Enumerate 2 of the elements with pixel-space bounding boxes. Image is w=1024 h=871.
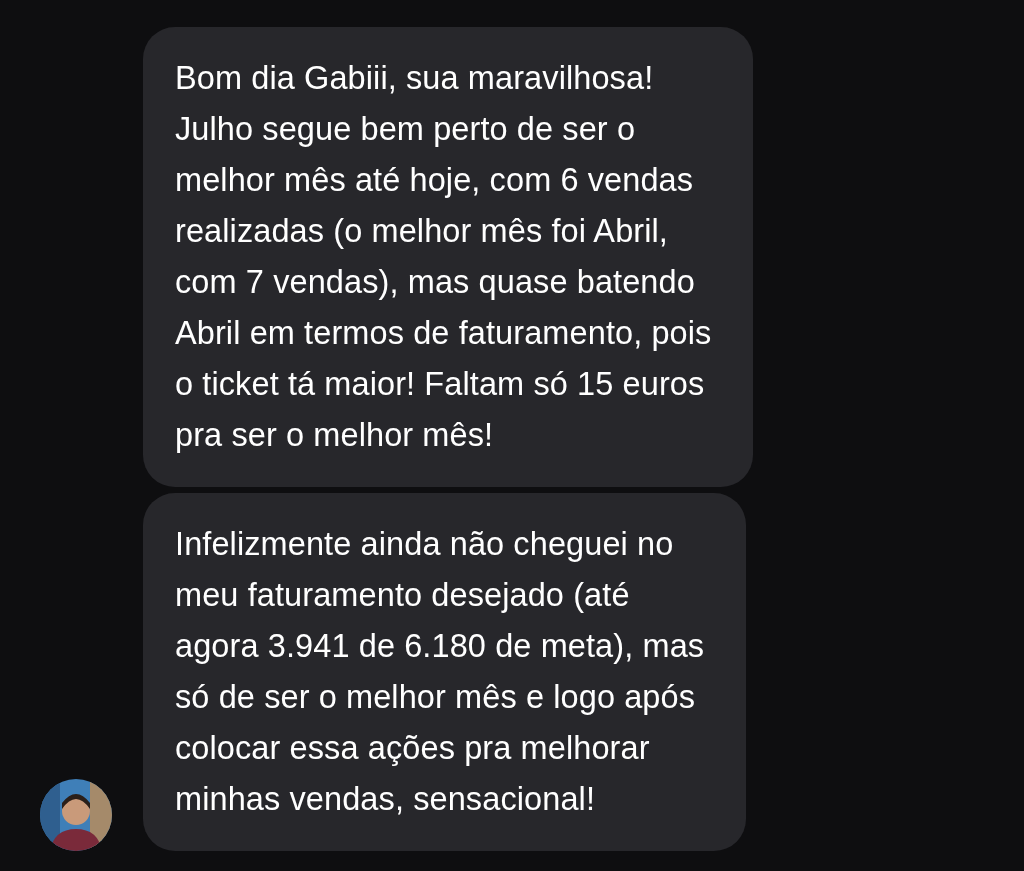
message-bubble: Bom dia Gabiii, sua maravilhosa! Julho segue bem perto de ser o melhor mês até hoje, com 6 vendas realizadas (o melhor mês foi Abril, com 7 vendas), mas quase batendo Abril em termos de faturamento, pois o ticket tá maior! Faltam só 15 euros pra ser o melhor mês! (143, 27, 754, 487)
message-bubble: Infelizmente ainda não cheguei no meu faturamento desejado (até agora 3.941 de 6.180 de meta), mas só de ser o melhor mês e logo após colocar essa ações pra melhorar minhas vendas, sensacional! (143, 493, 747, 851)
